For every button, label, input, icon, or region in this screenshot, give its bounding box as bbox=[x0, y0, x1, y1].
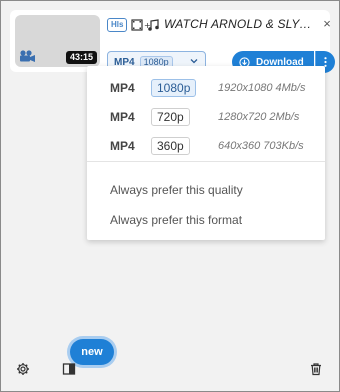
hls-badge: Hls bbox=[107, 18, 128, 32]
option-quality: 360p bbox=[151, 137, 190, 155]
media-card: 43:15 Hls + WATCH ARNOLD & SLY: ... × MP… bbox=[10, 10, 335, 73]
quality-dropdown: MP4 1080p 1920x1080 4Mb/s MP4 720p 1280x… bbox=[87, 66, 325, 240]
film-music-icon: + bbox=[131, 19, 159, 31]
video-camera-icon bbox=[20, 50, 35, 62]
video-thumbnail[interactable]: 43:15 bbox=[15, 15, 100, 67]
chevron-down-icon bbox=[190, 59, 198, 64]
option-quality: 720p bbox=[151, 108, 190, 126]
option-description: 1920x1080 4Mb/s bbox=[218, 82, 306, 94]
new-badge[interactable]: new bbox=[70, 339, 114, 365]
gear-icon[interactable] bbox=[16, 362, 30, 376]
duration-label: 43:15 bbox=[65, 51, 97, 64]
option-description: 1280x720 2Mb/s bbox=[218, 111, 300, 123]
trash-icon[interactable] bbox=[309, 362, 323, 376]
quality-option-1080p[interactable]: MP4 1080p 1920x1080 4Mb/s bbox=[87, 77, 325, 99]
quality-option-720p[interactable]: MP4 720p 1280x720 2Mb/s bbox=[87, 106, 325, 128]
close-button[interactable]: × bbox=[320, 16, 334, 32]
quality-option-360p[interactable]: MP4 360p 640x360 703Kb/s bbox=[87, 135, 325, 157]
option-format: MP4 bbox=[110, 139, 135, 153]
dropdown-divider bbox=[87, 161, 325, 162]
prefer-format-option[interactable]: Always prefer this format bbox=[110, 213, 242, 227]
more-vertical-icon bbox=[324, 57, 327, 67]
option-description: 640x360 703Kb/s bbox=[218, 140, 304, 152]
option-format: MP4 bbox=[110, 110, 135, 124]
panel-icon[interactable] bbox=[62, 362, 76, 376]
option-quality: 1080p bbox=[151, 79, 197, 97]
prefer-quality-option[interactable]: Always prefer this quality bbox=[110, 183, 243, 197]
media-title: WATCH ARNOLD & SLY: ... bbox=[164, 17, 314, 31]
option-format: MP4 bbox=[110, 81, 135, 95]
